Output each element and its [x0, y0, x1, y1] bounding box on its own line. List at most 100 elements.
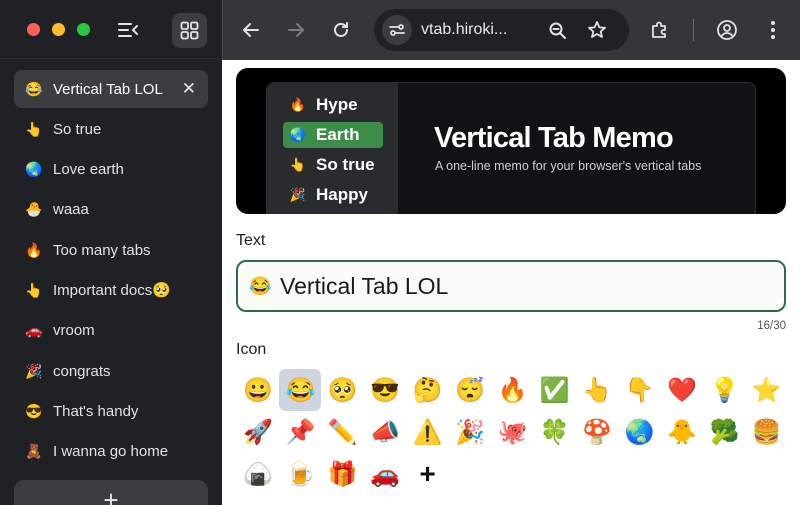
tab-item[interactable]: 🐣 waaa — [14, 191, 208, 229]
memo-emoji-icon: 😂 — [249, 275, 272, 296]
emoji-option[interactable]: 🥺 — [322, 369, 364, 411]
emoji-option[interactable]: 🔥 — [491, 369, 533, 411]
browser-toolbar: vtab.hiroki... — [222, 0, 800, 60]
emoji-option[interactable]: 😴 — [449, 369, 491, 411]
tab-emoji-icon: 👆 — [25, 120, 43, 137]
back-arrow-icon[interactable] — [239, 18, 263, 42]
banner-emoji-icon: 🌏 — [289, 127, 307, 142]
emoji-option-selected[interactable]: 😂 — [279, 369, 322, 411]
tab-label: That's handy — [53, 402, 139, 420]
banner-item-label: Earth — [316, 125, 360, 144]
banner-preview-item: 🔥 Hype — [283, 92, 383, 118]
tab-emoji-icon: 🔥 — [25, 241, 43, 258]
tab-item[interactable]: 😎 That's handy — [14, 392, 208, 430]
emoji-option[interactable]: 📌 — [279, 411, 321, 453]
emoji-option[interactable]: 🍀 — [534, 411, 576, 453]
url-text[interactable]: vtab.hiroki... — [421, 21, 507, 39]
banner-emoji-icon: 👆 — [289, 157, 307, 172]
new-tab-button[interactable]: + — [14, 480, 208, 505]
close-tab-icon[interactable]: ✕ — [182, 79, 196, 99]
search-icon[interactable] — [546, 19, 568, 41]
tab-emoji-icon: 🌏 — [25, 161, 43, 178]
tab-emoji-icon: 👆 — [25, 281, 43, 298]
emoji-option[interactable]: 🚀 — [237, 411, 279, 453]
reload-icon[interactable] — [329, 18, 353, 42]
tab-emoji-icon: 🚗 — [25, 322, 43, 339]
banner-emoji-icon: 🔥 — [289, 97, 307, 112]
tab-emoji-icon: 🐣 — [25, 201, 43, 218]
tab-label: I wanna go home — [53, 443, 169, 461]
emoji-option[interactable]: 📣 — [364, 411, 406, 453]
emoji-option[interactable]: 🍄 — [576, 411, 618, 453]
tab-item[interactable]: 👆 So true — [14, 110, 208, 148]
emoji-option[interactable]: ✅ — [534, 369, 576, 411]
tab-item[interactable]: 🧸 I wanna go home — [14, 433, 208, 471]
profile-icon[interactable] — [715, 18, 739, 42]
tab-label: Too many tabs — [53, 241, 151, 259]
sidebar-divider — [0, 58, 222, 59]
emoji-option[interactable]: ⚠️ — [407, 411, 449, 453]
tab-emoji-icon: 🧸 — [25, 443, 43, 460]
close-window-button[interactable] — [27, 23, 40, 36]
emoji-option[interactable]: 👆 — [576, 369, 618, 411]
tab-item-active[interactable]: 😂 Vertical Tab LOL ✕ — [14, 70, 208, 108]
tab-label: waaa — [53, 201, 89, 219]
tab-label: congrats — [53, 362, 111, 380]
tab-label: So true — [53, 120, 102, 138]
tab-item[interactable]: 🚗 vroom — [14, 312, 208, 350]
emoji-option[interactable]: 👇 — [619, 369, 661, 411]
emoji-option[interactable]: 🚗 — [364, 453, 406, 495]
tab-label: Important docs🥺 — [53, 282, 171, 300]
tab-item[interactable]: 🌏 Love earth — [14, 151, 208, 189]
page-content: 🔥 Hype 🌏 Earth 👆 So true 🎉 Happy Vertica… — [222, 60, 800, 505]
maximize-window-button[interactable] — [77, 23, 90, 36]
banner-preview-item-active: 🌏 Earth — [283, 122, 383, 148]
text-field-label: Text — [236, 232, 266, 249]
tab-emoji-icon: 😎 — [25, 402, 43, 419]
emoji-option[interactable]: 🐥 — [661, 411, 703, 453]
hero-banner: 🔥 Hype 🌏 Earth 👆 So true 🎉 Happy Vertica… — [236, 68, 786, 214]
emoji-option[interactable]: 🥦 — [703, 411, 745, 453]
banner-emoji-icon: 🎉 — [289, 187, 307, 202]
tab-grid-icon[interactable] — [172, 13, 207, 48]
star-icon[interactable] — [586, 19, 608, 41]
emoji-option[interactable]: 🎉 — [449, 411, 491, 453]
memo-text-value[interactable]: Vertical Tab LOL — [280, 273, 448, 300]
toolbar-separator — [693, 19, 694, 41]
tab-item[interactable]: 👆 Important docs🥺 — [14, 271, 208, 309]
emoji-option[interactable]: 🍔 — [746, 411, 788, 453]
forward-arrow-icon[interactable] — [284, 18, 308, 42]
vertical-tab-sidebar: 😂 Vertical Tab LOL ✕ 👆 So true 🌏 Love ea… — [0, 0, 222, 505]
emoji-option[interactable]: 🤔 — [407, 369, 449, 411]
emoji-option[interactable]: ⭐ — [746, 369, 788, 411]
emoji-option[interactable]: ✏️ — [322, 411, 364, 453]
collapse-sidebar-icon[interactable] — [114, 16, 142, 44]
emoji-option[interactable]: 😀 — [237, 369, 279, 411]
emoji-option[interactable]: ❤️ — [661, 369, 703, 411]
emoji-option[interactable]: 🐙 — [491, 411, 533, 453]
tab-item[interactable]: 🎉 congrats — [14, 352, 208, 390]
emoji-option[interactable]: 🌏 — [619, 411, 661, 453]
icon-picker-label: Icon — [236, 341, 267, 358]
banner-subtitle: A one-line memo for your browser's verti… — [435, 159, 702, 173]
tab-label: Love earth — [53, 161, 124, 179]
emoji-option[interactable]: 🎁 — [322, 453, 364, 495]
tab-label: Vertical Tab LOL — [53, 80, 163, 98]
tab-label: vroom — [53, 322, 95, 340]
tab-emoji-icon: 🎉 — [25, 362, 43, 379]
more-menu-icon[interactable] — [761, 18, 785, 42]
minimize-window-button[interactable] — [52, 23, 65, 36]
emoji-option[interactable]: 🍺 — [279, 453, 321, 495]
banner-title: Vertical Tab Memo — [434, 122, 674, 154]
site-info-icon[interactable] — [382, 15, 412, 45]
add-emoji-button[interactable]: + — [407, 453, 449, 495]
emoji-option[interactable]: 🍙 — [237, 453, 279, 495]
address-bar[interactable]: vtab.hiroki... — [374, 9, 629, 51]
tab-item[interactable]: 🔥 Too many tabs — [14, 231, 208, 269]
memo-text-input[interactable]: 😂 Vertical Tab LOL — [236, 260, 786, 312]
extensions-icon[interactable] — [648, 18, 672, 42]
emoji-option[interactable]: 💡 — [703, 369, 745, 411]
banner-item-label: Happy — [316, 185, 368, 204]
banner-preview-sidebar: 🔥 Hype 🌏 Earth 👆 So true 🎉 Happy — [267, 83, 398, 214]
emoji-option[interactable]: 😎 — [364, 369, 406, 411]
